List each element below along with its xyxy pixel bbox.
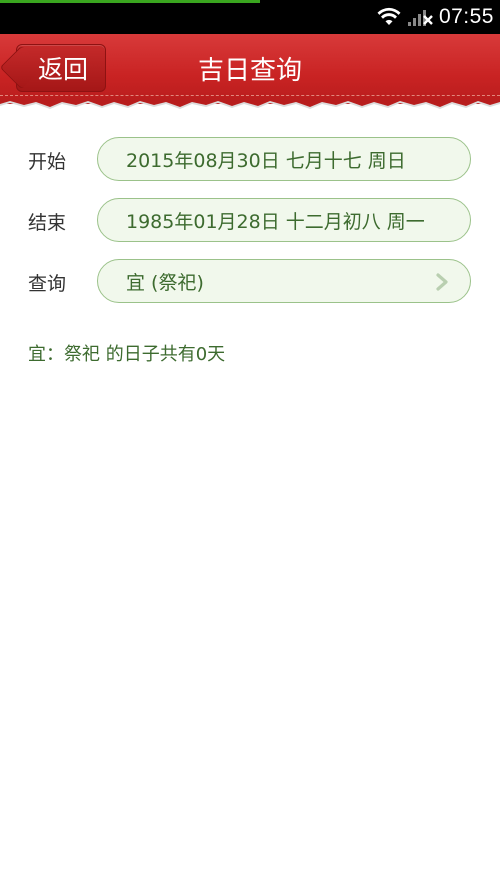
- status-bar: 07:55: [0, 0, 500, 34]
- status-icons: 07:55: [377, 0, 494, 34]
- status-time: 07:55: [438, 5, 494, 28]
- wifi-icon: [377, 7, 401, 25]
- end-label: 结束: [28, 211, 67, 234]
- end-date-field[interactable]: 1985年01月28日 十二月初八 周一: [97, 198, 471, 242]
- query-label: 查询: [28, 272, 67, 295]
- chevron-right-icon: [436, 273, 448, 291]
- query-selector[interactable]: 宜 (祭祀): [97, 259, 471, 303]
- back-button[interactable]: 返回: [16, 44, 106, 92]
- start-date-value: 2015年08月30日 七月十七 周日: [126, 149, 406, 172]
- start-label: 开始: [28, 150, 67, 173]
- result-summary: 宜：祭祀 的日子共有0天: [28, 344, 226, 365]
- status-progress-bar: [0, 0, 260, 3]
- back-button-label: 返回: [37, 55, 88, 84]
- query-value: 宜 (祭祀): [126, 271, 204, 294]
- start-date-field[interactable]: 2015年08月30日 七月十七 周日: [97, 137, 471, 181]
- signal-icon: [407, 10, 433, 26]
- torn-edge: [0, 100, 500, 109]
- end-date-value: 1985年01月28日 十二月初八 周一: [126, 210, 425, 233]
- header-stitch: [0, 95, 500, 96]
